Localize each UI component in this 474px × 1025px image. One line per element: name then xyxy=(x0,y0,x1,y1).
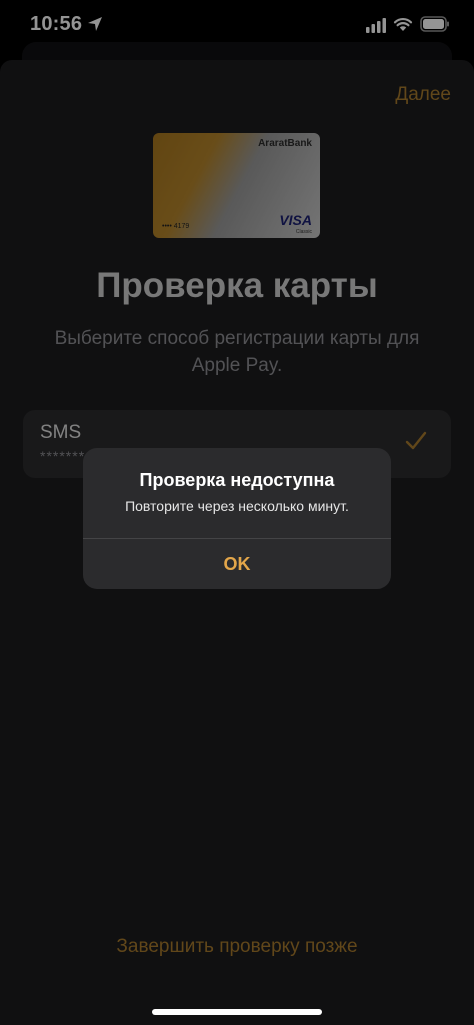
alert-message: Повторите через несколько минут. xyxy=(125,498,349,514)
alert-ok-button[interactable]: OK xyxy=(83,539,391,589)
screen: 10:56 Далее AraratBank •••• 4179 VISA Cl… xyxy=(0,0,474,1025)
alert-title: Проверка недоступна xyxy=(139,470,335,490)
alert-dialog: Проверка недоступна Повторите через неск… xyxy=(83,448,391,589)
home-indicator[interactable] xyxy=(152,1009,322,1015)
